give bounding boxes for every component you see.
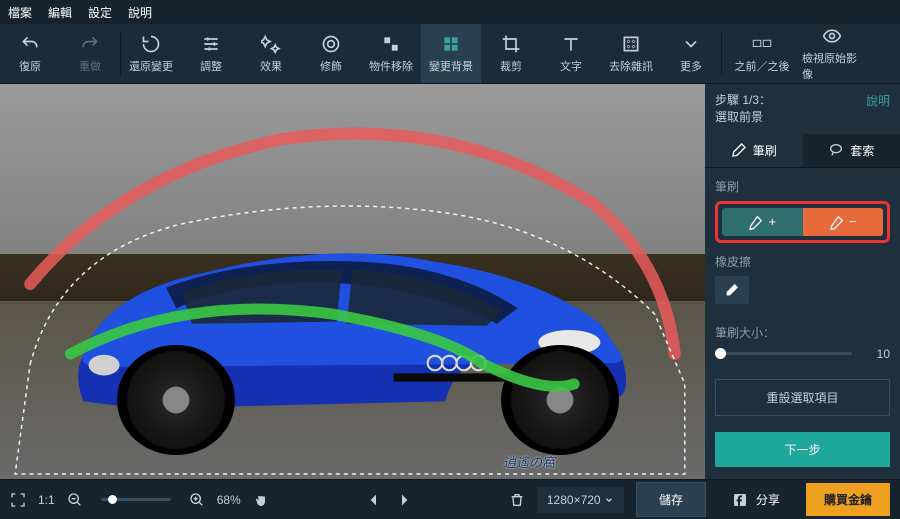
image-content: 逍遙の窩 xyxy=(0,84,705,479)
brush-icon xyxy=(731,142,747,158)
brush-label: 筆刷 xyxy=(715,178,890,195)
actual-size-button[interactable]: 1:1 xyxy=(38,493,55,507)
tab-brush[interactable]: 筆刷 xyxy=(705,134,803,167)
retouch-button[interactable]: 修飾 xyxy=(301,24,361,83)
adjust-button[interactable]: 調整 xyxy=(181,24,241,83)
revert-button[interactable]: 還原變更 xyxy=(121,24,181,83)
view-original-button[interactable]: 檢視原始影像 xyxy=(802,24,862,83)
before-after-button[interactable]: 之前／之後 xyxy=(722,24,802,83)
save-button[interactable]: 儲存 xyxy=(636,482,706,517)
trash-icon xyxy=(509,492,525,508)
brush-size-label: 筆刷大小： xyxy=(715,324,890,341)
step-indicator: 步驟 1/3：選取前景 xyxy=(715,92,771,126)
brush-size-slider[interactable] xyxy=(715,352,852,355)
chevron-down-icon xyxy=(604,495,614,505)
hand-icon xyxy=(253,492,269,508)
sidebar: 步驟 1/3：選取前景 說明 筆刷 套索 筆刷 + − 橡皮 xyxy=(705,84,900,479)
next-image-button[interactable] xyxy=(396,492,412,508)
fullscreen-icon xyxy=(10,492,26,508)
canvas[interactable]: 逍遙の窩 xyxy=(0,84,705,479)
brush-minus-icon xyxy=(829,214,845,230)
change-bg-button[interactable]: 變更背景 xyxy=(421,24,481,83)
menu-edit[interactable]: 編輯 xyxy=(48,4,72,21)
menu-bar: 檔案 編輯 設定 說明 xyxy=(0,0,900,24)
fit-screen-button[interactable] xyxy=(10,492,26,508)
zoom-out-button[interactable] xyxy=(67,492,83,508)
menu-help[interactable]: 說明 xyxy=(128,4,152,21)
status-bar: 1:1 68% 1280×720 儲存 分享 購買金鑰 xyxy=(0,479,900,519)
dimensions-display[interactable]: 1280×720 xyxy=(537,487,624,513)
share-button[interactable]: 分享 xyxy=(718,483,794,516)
prev-image-button[interactable] xyxy=(366,492,382,508)
buy-button[interactable]: 購買金鑰 xyxy=(806,483,890,516)
lasso-icon xyxy=(828,142,844,158)
menu-file[interactable]: 檔案 xyxy=(8,4,32,21)
eraser-icon xyxy=(724,282,740,298)
zoom-in-icon xyxy=(189,492,205,508)
brush-size-value: 10 xyxy=(860,347,890,361)
watermark: 逍遙の窩 xyxy=(503,452,555,471)
zoom-out-icon xyxy=(67,492,83,508)
reset-selection-button[interactable]: 重設選取項目 xyxy=(715,379,890,416)
main-area: 逍遙の窩 步驟 1/3：選取前景 說明 筆刷 套索 筆刷 + xyxy=(0,84,900,479)
zoom-in-button[interactable] xyxy=(189,492,205,508)
text-button[interactable]: 文字 xyxy=(541,24,601,83)
zoom-slider[interactable] xyxy=(101,498,171,501)
redo-button[interactable]: 重做 xyxy=(60,24,120,83)
effects-button[interactable]: 效果 xyxy=(241,24,301,83)
pan-button[interactable] xyxy=(253,492,269,508)
zoom-value: 68% xyxy=(217,493,241,507)
toolbar: 復原 重做 還原變更 調整 效果 修飾 物件移除 變更背景 裁剪 文字 去除雜訊… xyxy=(0,24,900,84)
more-button[interactable]: 更多 xyxy=(661,24,721,83)
tab-lasso[interactable]: 套索 xyxy=(803,134,900,167)
brush-mode-group: + − xyxy=(715,201,890,243)
brush-plus-icon xyxy=(748,214,764,230)
delete-button[interactable] xyxy=(509,492,525,508)
next-button[interactable]: 下一步 xyxy=(715,432,890,467)
eraser-button[interactable] xyxy=(715,276,749,304)
menu-settings[interactable]: 設定 xyxy=(88,4,112,21)
brush-add-button[interactable]: + xyxy=(722,208,803,236)
brush-subtract-button[interactable]: − xyxy=(803,208,884,236)
crop-button[interactable]: 裁剪 xyxy=(481,24,541,83)
eraser-label: 橡皮擦 xyxy=(715,253,890,270)
help-link[interactable]: 說明 xyxy=(866,92,890,109)
denoise-button[interactable]: 去除雜訊 xyxy=(601,24,661,83)
facebook-icon xyxy=(732,492,748,508)
object-remove-button[interactable]: 物件移除 xyxy=(361,24,421,83)
undo-button[interactable]: 復原 xyxy=(0,24,60,83)
